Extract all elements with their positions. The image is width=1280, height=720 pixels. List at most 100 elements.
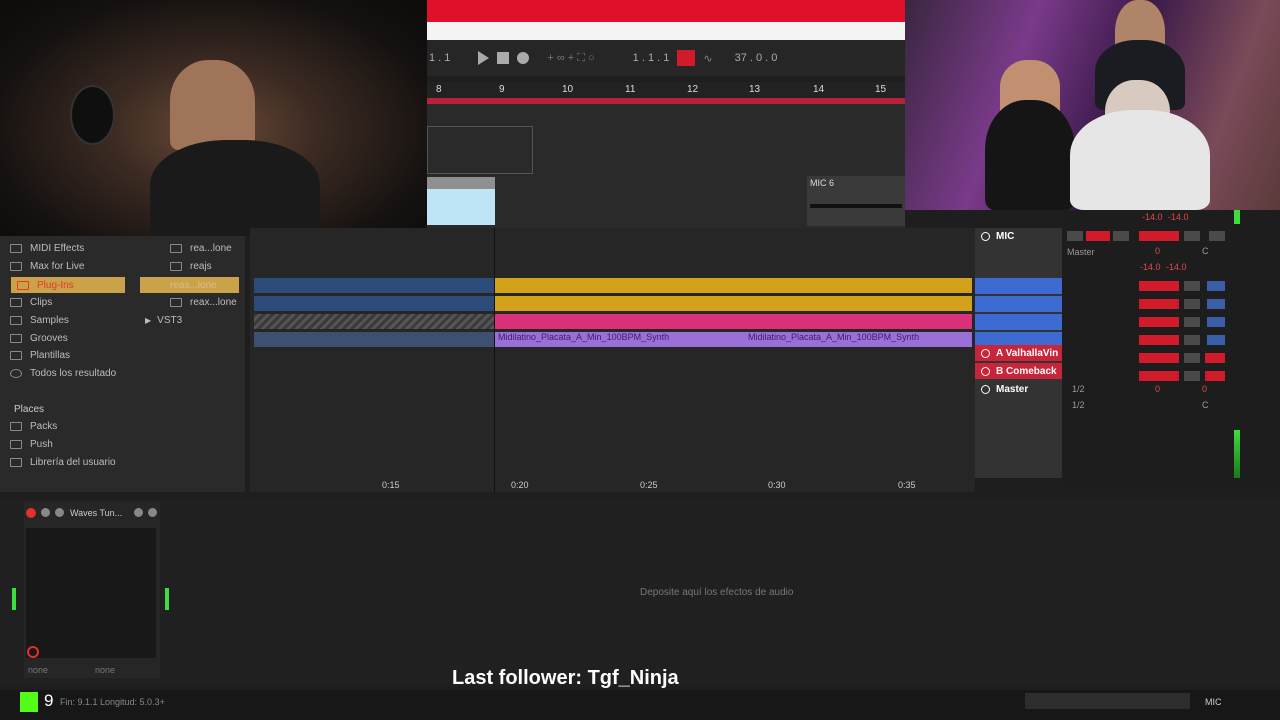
browser-item[interactable]: Max for Live xyxy=(10,261,84,272)
audio-clip-yellow-1[interactable] xyxy=(495,278,972,293)
bar-beat-display[interactable]: 1 . 1 . 1 xyxy=(633,52,670,64)
automation-region[interactable] xyxy=(427,126,533,174)
track-return-b[interactable]: B Comeback xyxy=(975,363,1062,379)
sidechain-left[interactable]: none xyxy=(28,665,48,675)
midi-clip[interactable]: Midilatino_Placata_A_Min_100BPM_Synth xyxy=(745,332,972,347)
solo-button[interactable] xyxy=(1184,317,1200,327)
device-title: Waves Tun... xyxy=(70,508,123,518)
solo-button[interactable] xyxy=(1184,353,1200,363)
curve-icon[interactable]: ∿ xyxy=(703,52,712,65)
arm-button[interactable] xyxy=(1207,335,1225,345)
track-return-a[interactable]: A ValhallaVin xyxy=(975,345,1062,361)
plugin-item[interactable]: reajs xyxy=(170,261,212,272)
overview-bar[interactable] xyxy=(1025,693,1190,709)
stop-icon[interactable] xyxy=(497,52,510,64)
fold-icon[interactable] xyxy=(981,348,990,358)
drop-hint: Deposite aquí los efectos de audio xyxy=(640,587,794,598)
track-blue-2[interactable] xyxy=(975,296,1062,312)
plugin-item[interactable]: reax...lone xyxy=(170,297,237,308)
plugin-item[interactable]: rea...lone xyxy=(170,243,232,254)
in-button[interactable] xyxy=(1067,231,1083,241)
clip-blue-3[interactable] xyxy=(254,332,495,347)
browser-item[interactable]: Todos los resultado xyxy=(10,368,116,379)
auto-button[interactable] xyxy=(1086,231,1110,241)
off-button[interactable] xyxy=(1113,231,1129,241)
solo-button[interactable] xyxy=(1184,335,1200,345)
track-mic[interactable]: MIC xyxy=(975,228,1062,244)
fold-icon[interactable] xyxy=(981,231,990,241)
device-button-icon[interactable] xyxy=(148,508,157,517)
master-output[interactable]: Master xyxy=(1067,247,1095,257)
mute-button-active[interactable] xyxy=(1205,353,1225,363)
midi-clip[interactable]: Midilatino_Placata_A_Min_100BPM_Synth xyxy=(495,332,745,347)
browser-item[interactable]: Samples xyxy=(10,315,69,326)
arm-button[interactable] xyxy=(1207,299,1225,309)
arm-button[interactable] xyxy=(1207,281,1225,291)
input-meter xyxy=(12,588,16,610)
volume-readout[interactable]: -14.0 xyxy=(1168,212,1189,222)
volume-readout[interactable]: -14.0 xyxy=(1142,212,1163,222)
pan-center[interactable]: C xyxy=(1202,400,1209,410)
mic6-clip[interactable]: MIC 6 xyxy=(807,176,905,226)
playhead[interactable] xyxy=(494,228,495,492)
audio-clip-yellow-2[interactable] xyxy=(495,296,972,311)
volume-readout[interactable]: -14.0 xyxy=(1140,262,1161,272)
sidechain-right[interactable]: none xyxy=(95,665,115,675)
device-button-icon[interactable] xyxy=(55,508,64,517)
mute-button-active[interactable] xyxy=(1205,371,1225,381)
solo-button[interactable] xyxy=(1184,371,1200,381)
return-fader[interactable] xyxy=(1139,371,1179,381)
places-item[interactable]: Librería del usuario xyxy=(10,457,116,468)
pan-value[interactable]: 0 xyxy=(1155,384,1160,394)
track-blue-3[interactable] xyxy=(975,314,1062,330)
volume-fader[interactable] xyxy=(1139,317,1179,327)
pan-center[interactable]: C xyxy=(1202,246,1209,256)
output-meter xyxy=(165,588,169,610)
track-blue-1[interactable] xyxy=(975,278,1062,294)
mute-button[interactable] xyxy=(1209,231,1225,241)
plugin-item-selected[interactable]: reas...lone xyxy=(140,277,239,293)
track-master[interactable]: Master xyxy=(975,381,1062,397)
fold-icon[interactable] xyxy=(981,366,990,376)
record-icon[interactable] xyxy=(517,52,530,64)
arm-button[interactable] xyxy=(1207,317,1225,327)
audio-clip-waveform[interactable] xyxy=(427,177,495,225)
record-ring-icon[interactable] xyxy=(27,646,39,658)
arrangement-view[interactable]: Midilatino_Placata_A_Min_100BPM_Synth Mi… xyxy=(250,228,975,492)
browser-item[interactable]: MIDI Effects xyxy=(10,243,84,254)
play-icon[interactable] xyxy=(478,51,490,65)
clip-blue-2[interactable] xyxy=(254,296,495,311)
device-button-icon[interactable] xyxy=(134,508,143,517)
ruler-bar: 13 xyxy=(749,84,761,95)
transport-position: 1 . 1 xyxy=(429,52,451,64)
device-power-icon[interactable] xyxy=(26,508,36,518)
input-channel[interactable]: 1/2 xyxy=(1072,400,1085,410)
volume-fader[interactable] xyxy=(1139,335,1179,345)
volume-fader[interactable] xyxy=(1139,281,1179,291)
volume-readout[interactable]: -14.0 xyxy=(1166,262,1187,272)
solo-button[interactable] xyxy=(1184,299,1200,309)
places-item[interactable]: Push xyxy=(10,439,53,450)
volume-fader[interactable] xyxy=(1139,299,1179,309)
browser-item-plugins[interactable]: Plug-Ins xyxy=(11,277,125,293)
browser-item[interactable]: Plantillas xyxy=(10,350,70,361)
device-button-icon[interactable] xyxy=(41,508,50,517)
return-fader[interactable] xyxy=(1139,353,1179,363)
tempo-display[interactable]: 37 . 0 . 0 xyxy=(735,52,778,64)
solo-button[interactable] xyxy=(1184,231,1200,241)
volume-fader[interactable] xyxy=(1139,231,1179,241)
fold-icon[interactable] xyxy=(981,384,990,394)
places-item[interactable]: Packs xyxy=(10,421,57,432)
pan-value[interactable]: 0 xyxy=(1202,384,1207,394)
clip-pink[interactable] xyxy=(495,314,972,329)
pan-value[interactable]: 0 xyxy=(1155,246,1160,256)
browser-item[interactable]: Grooves xyxy=(10,333,68,344)
record-arm-button[interactable] xyxy=(677,50,696,66)
automation-icons[interactable]: + ∞ + ⛶ ○ xyxy=(547,52,594,65)
input-channel[interactable]: 1/2 xyxy=(1072,384,1085,394)
solo-button[interactable] xyxy=(1184,281,1200,291)
clip-blue-1[interactable] xyxy=(254,278,495,293)
browser-item[interactable]: Clips xyxy=(10,297,52,308)
plugin-folder[interactable]: ▶ VST3 xyxy=(145,315,182,326)
top-banner xyxy=(427,0,905,22)
